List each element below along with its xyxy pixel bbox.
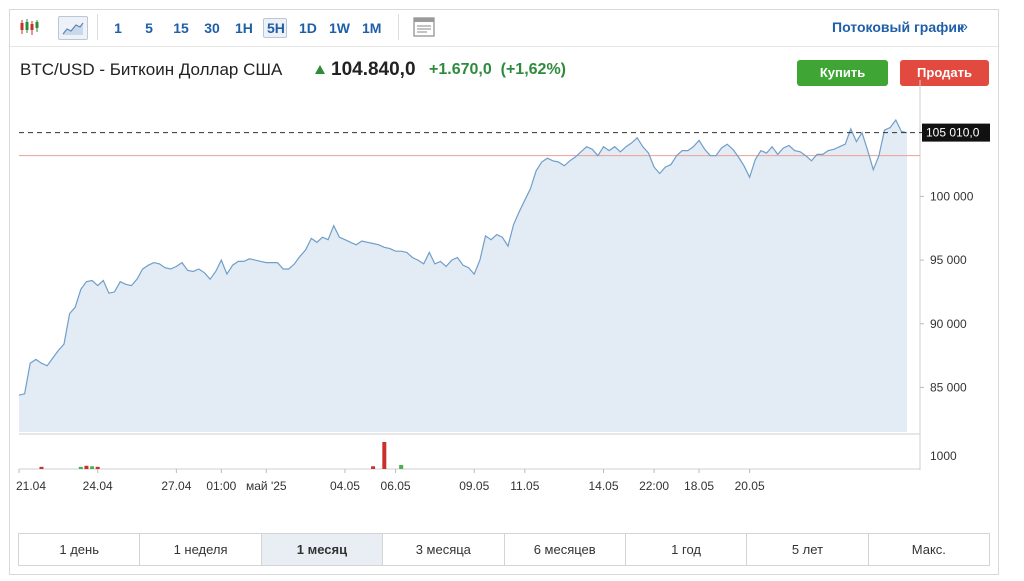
x-tick-label: 01:00 <box>206 479 236 493</box>
x-tick-label: 22:00 <box>639 479 669 493</box>
y-tick-label: 90 000 <box>930 317 967 331</box>
current-price-label: 105 010,0 <box>926 126 980 140</box>
x-tick-label: 11.05 <box>510 479 539 493</box>
volume-bar <box>39 466 44 469</box>
x-tick-label: май '25 <box>246 479 287 493</box>
range-max[interactable]: Макс. <box>868 534 989 565</box>
volume-axis-label: 1000 <box>930 449 957 463</box>
range-selector: 1 день 1 неделя 1 месяц 3 месяца 6 месяц… <box>18 533 990 566</box>
x-tick-label: 04.05 <box>330 479 360 493</box>
range-6-months[interactable]: 6 месяцев <box>504 534 626 565</box>
y-tick-label: 95 000 <box>930 253 967 267</box>
range-5-years[interactable]: 5 лет <box>747 534 869 565</box>
volume-bar <box>371 466 376 469</box>
volume-bar <box>84 465 89 469</box>
volume-bar <box>399 464 404 469</box>
x-tick-label: 21.04 <box>16 479 46 493</box>
x-tick-label: 14.05 <box>588 479 618 493</box>
x-tick-label: 24.04 <box>83 479 113 493</box>
chart-widget: 1 5 15 30 1H 5H 1D 1W 1M Потоковый графи… <box>9 9 999 575</box>
x-tick-label: 27.04 <box>161 479 191 493</box>
range-1-month[interactable]: 1 месяц <box>261 534 384 565</box>
y-tick-label: 100 000 <box>930 189 974 203</box>
volume-bar <box>90 466 95 469</box>
range-1-year[interactable]: 1 год <box>625 534 748 565</box>
x-tick-label: 06.05 <box>381 479 411 493</box>
price-chart[interactable]: Investing.com105 010,085 00090 00095 000… <box>10 10 998 525</box>
x-tick-label: 18.05 <box>684 479 714 493</box>
volume-bar <box>78 466 83 469</box>
range-3-months[interactable]: 3 месяца <box>383 534 505 565</box>
volume-bar <box>382 442 387 469</box>
x-tick-label: 20.05 <box>735 479 765 493</box>
volume-bar <box>95 466 100 469</box>
x-tick-label: 09.05 <box>459 479 489 493</box>
range-1-week[interactable]: 1 неделя <box>140 534 262 565</box>
range-1-day[interactable]: 1 день <box>19 534 141 565</box>
price-area-fill <box>19 120 907 432</box>
y-tick-label: 85 000 <box>930 380 967 394</box>
